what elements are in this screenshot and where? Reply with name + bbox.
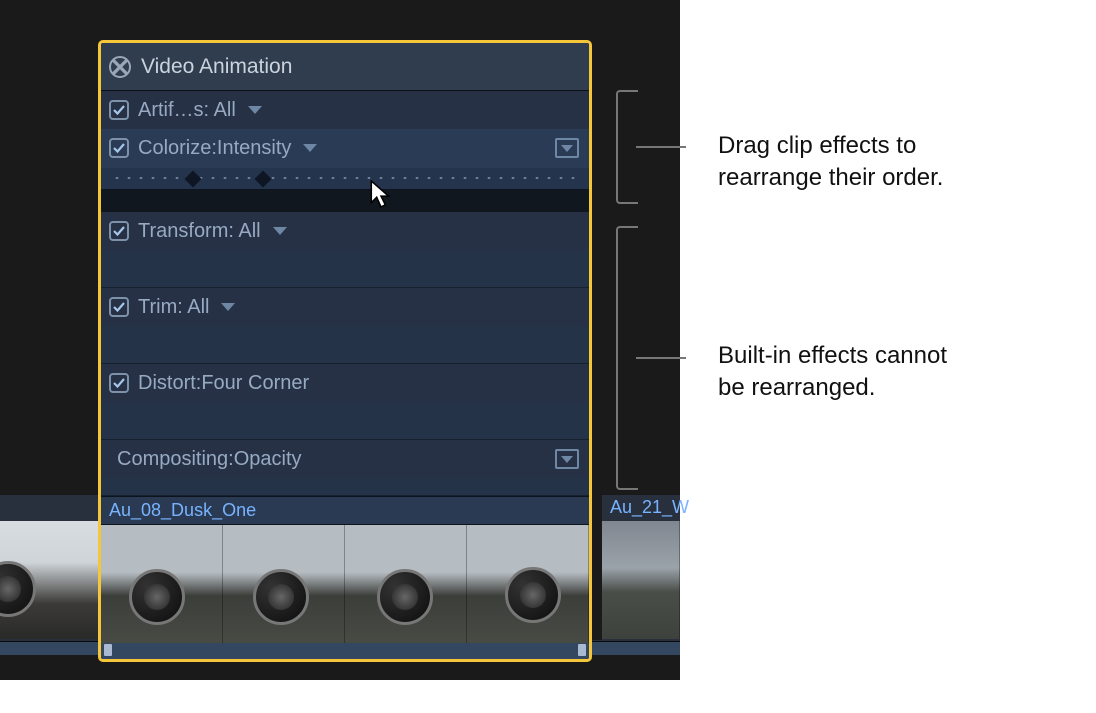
video-animation-panel: Video Animation Artif…s: All Colorize:In… [98, 40, 592, 662]
chevron-down-icon[interactable] [303, 144, 317, 152]
car-wheel-graphic [377, 569, 433, 625]
cursor-icon [370, 180, 392, 208]
effect-label: Colorize:Intensity [138, 137, 291, 160]
car-wheel-graphic [253, 569, 309, 625]
annotation-text: Drag clip effects to [718, 130, 943, 162]
effect-row-compositing[interactable]: Compositing:Opacity [101, 440, 589, 478]
effect-label: Transform: All [138, 220, 261, 243]
panel-header: Video Animation [101, 43, 589, 91]
effect-row-colorize[interactable]: Colorize:Intensity [101, 129, 589, 167]
keyframe-track[interactable] [101, 167, 589, 189]
close-button[interactable] [109, 56, 131, 78]
checkbox[interactable] [109, 297, 129, 317]
clip-label: Au_21_W [604, 497, 689, 518]
app-background: Au_21_W Video Animation Artif…s: All [0, 0, 680, 680]
effect-body [101, 478, 589, 496]
expand-button[interactable] [555, 449, 579, 469]
effect-body [101, 402, 589, 440]
annotation-text: be rearranged. [718, 372, 947, 404]
checkmark-icon [112, 103, 126, 117]
effect-label: Distort:Four Corner [138, 372, 309, 395]
checkmark-icon [112, 224, 126, 238]
effect-label: Compositing:Opacity [117, 448, 302, 471]
annotation-text: rearrange their order. [718, 162, 943, 194]
annotation-top: Drag clip effects to rearrange their ord… [718, 130, 943, 195]
clip-thumbnail [467, 525, 589, 643]
effect-row-distort[interactable]: Distort:Four Corner [101, 364, 589, 402]
section-gap [101, 190, 589, 212]
checkmark-icon [112, 300, 126, 314]
panel-trim-bar[interactable] [101, 643, 589, 659]
keyframe-dotline [111, 177, 579, 179]
annotation-bracket-bottom [616, 226, 638, 490]
checkbox[interactable] [109, 100, 129, 120]
annotation-bottom: Built-in effects cannot be rearranged. [718, 340, 947, 405]
keyframe-diamond[interactable] [185, 171, 202, 188]
panel-title: Video Animation [141, 55, 292, 79]
clip-thumbnail [223, 525, 345, 643]
effect-body [101, 326, 589, 364]
effect-body [101, 250, 589, 288]
clip-name-label: Au_08_Dusk_One [109, 500, 256, 521]
clip-gap [592, 495, 602, 640]
annotation-bracket-top [616, 90, 638, 204]
trim-handle-left[interactable] [104, 644, 112, 656]
keyframe-diamond[interactable] [255, 171, 272, 188]
expand-button[interactable] [555, 138, 579, 158]
car-wheel-graphic [505, 567, 561, 623]
clip-thumbnail [345, 525, 467, 643]
clip-name-row: Au_08_Dusk_One [101, 497, 589, 525]
car-wheel-graphic [129, 569, 185, 625]
clip-thumbnail [0, 521, 113, 639]
builtin-effects-section: Transform: All Trim: All Distort:Four Co… [101, 212, 589, 497]
checkbox[interactable] [109, 373, 129, 393]
chevron-down-icon[interactable] [221, 303, 235, 311]
chevron-down-icon[interactable] [248, 106, 262, 114]
panel-thumbnails [101, 525, 589, 643]
checkmark-icon [112, 376, 126, 390]
clip-effects-section: Artif…s: All Colorize:Intensity [101, 91, 589, 190]
annotation-text: Built-in effects cannot [718, 340, 947, 372]
checkbox[interactable] [109, 138, 129, 158]
trim-handle-right[interactable] [578, 644, 586, 656]
annotation-leader [636, 146, 686, 148]
effect-row-artifacts[interactable]: Artif…s: All [101, 91, 589, 129]
checkmark-icon [112, 141, 126, 155]
effect-row-transform[interactable]: Transform: All [101, 212, 589, 250]
close-icon [111, 58, 129, 76]
effect-label: Artif…s: All [138, 99, 236, 122]
car-wheel-graphic [0, 561, 36, 617]
clip-thumbnail [101, 525, 223, 643]
checkbox[interactable] [109, 221, 129, 241]
effect-row-trim[interactable]: Trim: All [101, 288, 589, 326]
annotation-leader [636, 357, 686, 359]
chevron-down-icon[interactable] [273, 227, 287, 235]
effect-label: Trim: All [138, 296, 209, 319]
